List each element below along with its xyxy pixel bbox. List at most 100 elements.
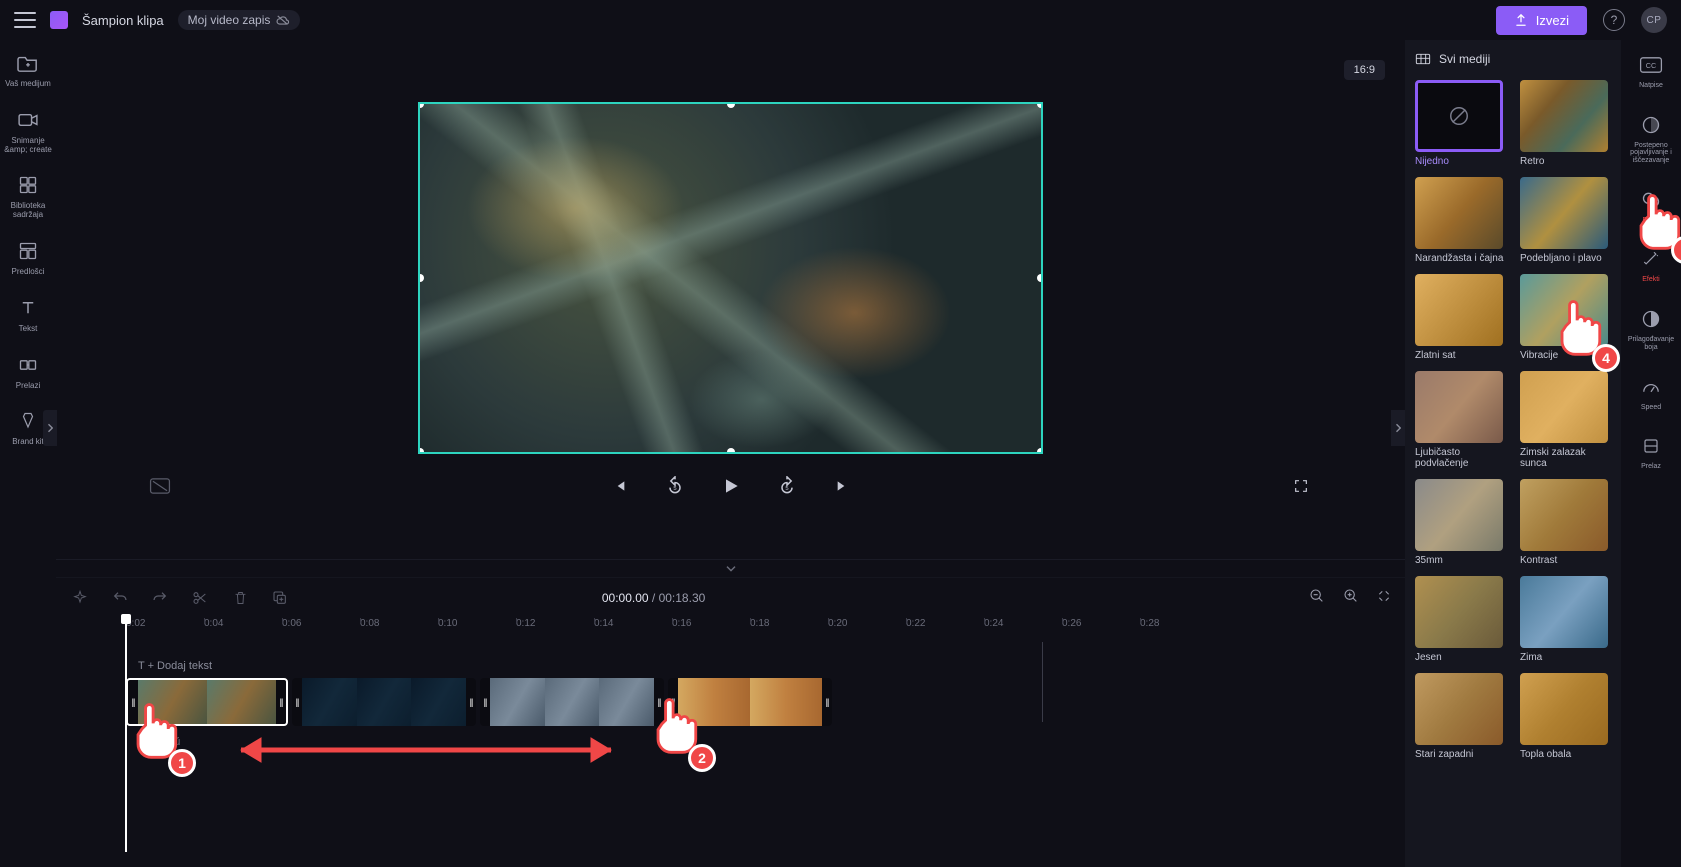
zoom-fit-button[interactable]: [1377, 589, 1391, 608]
rail-text[interactable]: Tekst: [15, 295, 41, 334]
timeline-clip-1[interactable]: || ||: [126, 678, 288, 726]
gauge-icon: [1638, 374, 1664, 400]
rail-effects[interactable]: Efekti: [1638, 246, 1664, 284]
rail-filters[interactable]: Filteri: [1638, 187, 1664, 225]
clip-handle-right[interactable]: ||: [822, 678, 832, 726]
rail-speed[interactable]: Speed: [1638, 374, 1664, 412]
timeline-clip-4[interactable]: || ||: [668, 678, 832, 726]
rail-fade[interactable]: Postepeno pojavljivanje i iščezavanje: [1623, 112, 1679, 165]
circle-half-icon: [1638, 112, 1664, 138]
clip-handle-left[interactable]: ||: [292, 678, 302, 726]
resize-handle-top-mid[interactable]: [727, 102, 735, 108]
filter-orange-teal[interactable]: Narandžasta i čajna: [1415, 177, 1506, 264]
edge-marker: [1042, 642, 1043, 722]
clip-handle-left[interactable]: ||: [668, 678, 678, 726]
skip-start-button[interactable]: [605, 472, 633, 500]
chevron-right-icon: [1395, 423, 1401, 433]
delete-button[interactable]: [230, 588, 250, 608]
zoom-out-button[interactable]: [1309, 588, 1325, 609]
filter-vibes[interactable]: Vibracije 4: [1520, 274, 1611, 361]
text-icon: [15, 295, 41, 321]
forward-button[interactable]: 5: [773, 472, 801, 500]
audio-track-hint[interactable]: + Aŭ: [126, 726, 1395, 748]
timeline-collapse-toggle[interactable]: [56, 559, 1405, 577]
project-subtitle-label: Moj video zapis: [188, 13, 271, 27]
svg-text:5: 5: [673, 486, 676, 492]
contrast-icon: [1638, 306, 1664, 332]
brand-icon: [50, 11, 68, 29]
resize-handle-mid-left[interactable]: [418, 274, 424, 282]
preview-area: 16:9 5 5: [56, 40, 1405, 559]
rail-library[interactable]: Biblioteka sadržaja: [3, 172, 53, 220]
clip-handle-right[interactable]: ||: [466, 678, 476, 726]
resize-handle-mid-right[interactable]: [1037, 274, 1043, 282]
media-grid-icon: [1415, 53, 1431, 65]
redo-button[interactable]: [150, 588, 170, 608]
brand-icon: [15, 408, 41, 434]
rail-brand-kit[interactable]: Brand kit: [12, 408, 44, 447]
timeline-time-display: 00:00.00 / 00:18.30: [602, 591, 705, 605]
camera-icon: [15, 107, 41, 133]
filter-golden-hour[interactable]: Zlatni sat: [1415, 274, 1506, 361]
export-button[interactable]: Izvezi: [1496, 6, 1587, 35]
right-rail: CC Natpise Postepeno pojavljivanje i išč…: [1621, 40, 1681, 867]
split-button[interactable]: [190, 588, 210, 608]
none-icon: [1448, 105, 1470, 127]
rail-your-media[interactable]: Vaš medijum: [5, 50, 51, 89]
filter-autumn[interactable]: Jesen: [1415, 576, 1506, 663]
collapse-right-panel[interactable]: [1391, 410, 1405, 446]
duplicate-button[interactable]: [270, 588, 290, 608]
filter-winter[interactable]: Zima: [1520, 576, 1611, 663]
filter-warm-coast[interactable]: Topla obala: [1520, 673, 1611, 760]
chevron-down-icon: [725, 565, 737, 573]
filter-35mm[interactable]: 35mm: [1415, 479, 1506, 566]
playback-controls: 5 5: [56, 454, 1405, 512]
expand-left-rail[interactable]: [43, 410, 57, 446]
help-button[interactable]: ?: [1603, 9, 1625, 31]
svg-text:5: 5: [785, 486, 788, 492]
filter-retro[interactable]: Retro: [1520, 80, 1611, 167]
clip-handle-right[interactable]: ||: [654, 678, 664, 726]
filter-contrast[interactable]: Kontrast: [1520, 479, 1611, 566]
canvas-frame[interactable]: [418, 102, 1043, 454]
clip-handle-right[interactable]: ||: [276, 680, 286, 724]
text-track-hint[interactable]: T + Dodaj tekst: [126, 642, 1395, 678]
filter-winter-sunset[interactable]: Zimski zalazak sunca: [1520, 371, 1611, 469]
transition-box-icon: [1638, 433, 1664, 459]
fullscreen-button[interactable]: [1287, 472, 1315, 500]
filter-bold-blue[interactable]: Podebljano i plavo: [1520, 177, 1611, 264]
resize-handle-top-right[interactable]: [1037, 102, 1043, 108]
timeline-ruler[interactable]: 0:02 0:04 0:06 0:08 0:10 0:12 0:14 0:16 …: [56, 618, 1405, 642]
timeline: 00:00.00 / 00:18.30 0:02 0:04 0:06 0:08 …: [56, 577, 1405, 867]
timeline-toolbar: 00:00.00 / 00:18.30: [56, 578, 1405, 618]
zoom-in-button[interactable]: [1343, 588, 1359, 609]
undo-button[interactable]: [110, 588, 130, 608]
timeline-clip-3[interactable]: || ||: [480, 678, 664, 726]
left-rail: Vaš medijum Snimanje &amp; create Biblio…: [0, 40, 56, 867]
rail-transitions[interactable]: Prelazi: [15, 352, 41, 391]
user-avatar[interactable]: CP: [1641, 7, 1667, 33]
rail-transition[interactable]: Prelaz: [1638, 433, 1664, 471]
rail-captions[interactable]: CC Natpise: [1638, 52, 1664, 90]
project-title: Šampion klipa: [82, 13, 164, 28]
menu-button[interactable]: [14, 12, 36, 28]
rail-templates[interactable]: Predlošci: [12, 238, 45, 277]
timeline-clip-2[interactable]: || ||: [292, 678, 476, 726]
skip-end-button[interactable]: [829, 472, 857, 500]
filter-none[interactable]: Nijedno: [1415, 80, 1506, 167]
safe-zone-toggle[interactable]: [146, 472, 174, 500]
aspect-ratio-badge[interactable]: 16:9: [1344, 60, 1385, 80]
project-subtitle[interactable]: Moj video zapis: [178, 10, 301, 30]
filter-purple-underline[interactable]: Ljubičasto podvlačenje: [1415, 371, 1506, 469]
clip-handle-left[interactable]: ||: [480, 678, 490, 726]
rail-color-adjust[interactable]: Prilagođavanje boja: [1623, 306, 1679, 351]
rewind-button[interactable]: 5: [661, 472, 689, 500]
library-icon: [15, 172, 41, 198]
export-label: Izvezi: [1536, 13, 1569, 28]
resize-handle-top-left[interactable]: [418, 102, 424, 108]
clip-handle-left[interactable]: ||: [128, 680, 138, 724]
play-button[interactable]: [717, 472, 745, 500]
filter-old-west[interactable]: Stari zapadni: [1415, 673, 1506, 760]
magic-tool[interactable]: [70, 588, 90, 608]
rail-record-create[interactable]: Snimanje &amp; create: [3, 107, 53, 155]
